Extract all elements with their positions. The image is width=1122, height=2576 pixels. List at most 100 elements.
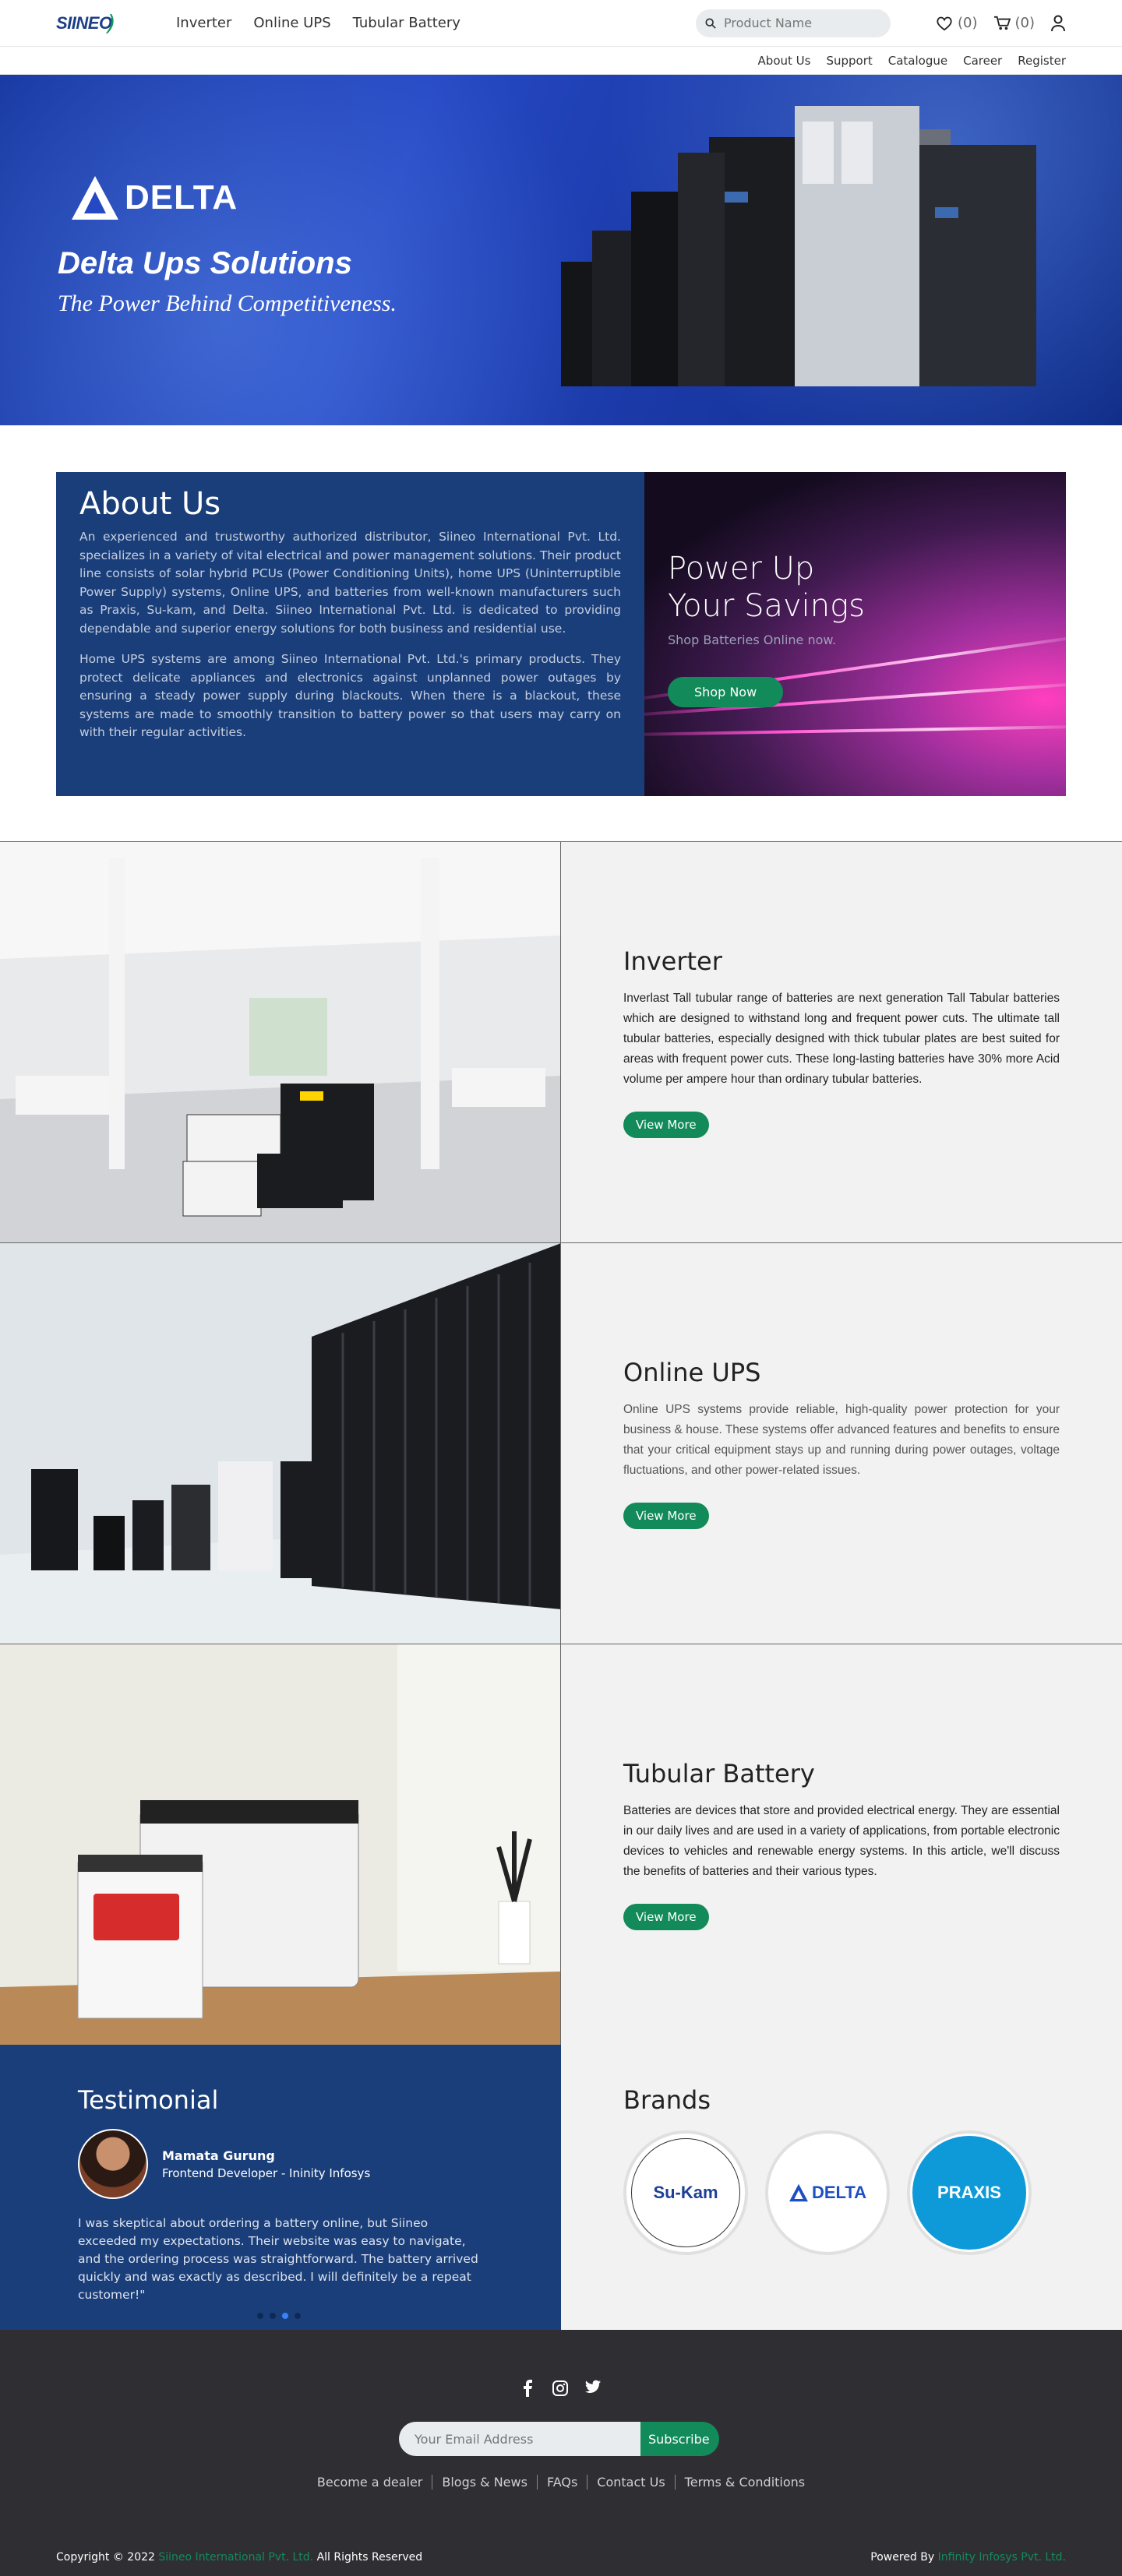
product-title: Online UPS [623, 1358, 761, 1387]
nav-tubular-battery[interactable]: Tubular Battery [353, 15, 460, 31]
carousel-dot[interactable] [295, 2313, 301, 2319]
top-bar: SIINEO ) Inverter Online UPS Tubular Bat… [0, 0, 1122, 47]
about-card: About Us An experienced and trustworthy … [56, 472, 1066, 796]
brand-praxis[interactable]: PRAXIS [907, 2130, 1032, 2255]
cart-link[interactable]: (0) [993, 15, 1036, 31]
subnav-register[interactable]: Register [1018, 54, 1066, 68]
subnav-support[interactable]: Support [826, 54, 872, 68]
carousel-dot[interactable] [270, 2313, 276, 2319]
main-nav: Inverter Online UPS Tubular Battery [176, 15, 460, 31]
inverter-image [0, 842, 561, 1242]
search-box [696, 9, 891, 37]
copyright: Copyright © 2022 Siineo International Pv… [56, 2551, 422, 2564]
carousel-dot-active[interactable] [282, 2313, 288, 2319]
person-name: Mamata Gurung [162, 2148, 275, 2163]
promo-panel: Power Up Your Savings Shop Batteries Onl… [644, 472, 1066, 796]
online-ups-image [0, 1243, 561, 1644]
about-paragraph-2: Home UPS systems are among Siineo Intern… [79, 652, 621, 739]
about-paragraph-1: An experienced and trustworthy authorize… [79, 530, 621, 636]
promo-line-2: Your Savings [668, 588, 865, 624]
tubular-battery-image [0, 1644, 561, 2045]
product-row-online-ups: Online UPS Online UPS systems provide re… [0, 1242, 1122, 1644]
brand-logo-sukam: Su-Kam [631, 2138, 740, 2247]
avatar [78, 2129, 148, 2199]
product-row-inverter: Inverter Inverlast Tall tubular range of… [0, 841, 1122, 1242]
wishlist-link[interactable]: (0) [936, 15, 978, 31]
promo-line-1: Power Up [668, 551, 815, 587]
delta-logo: DELTA [70, 174, 238, 221]
delta-triangle-icon [72, 176, 118, 220]
subnav-about-us[interactable]: About Us [758, 54, 811, 68]
hero-tagline: The Power Behind Competitiveness. [58, 291, 397, 316]
product-row-tubular-battery: Tubular Battery Batteries are devices th… [0, 1644, 1122, 2045]
testimonial-title: Testimonial [78, 2085, 219, 2115]
search-input[interactable] [724, 16, 872, 30]
powered-company-link[interactable]: Infinity Infosys Pvt. Ltd. [938, 2551, 1066, 2564]
wishlist-count: (0) [958, 15, 978, 31]
footer-link-contact-us[interactable]: Contact Us [587, 2475, 674, 2490]
nav-inverter[interactable]: Inverter [176, 15, 231, 31]
instagram-icon[interactable] [552, 2380, 569, 2397]
copyright-rights: All Rights Reserved [316, 2551, 423, 2564]
search-icon [705, 17, 716, 29]
site-footer: Subscribe Become a dealer Blogs & News F… [0, 2330, 1122, 2576]
product-description: Batteries are devices that store and pro… [623, 1804, 1060, 1878]
header-icons: (0) (0) [936, 15, 1066, 32]
twitter-icon[interactable] [584, 2380, 602, 2395]
about-section: About Us An experienced and trustworthy … [0, 425, 1122, 841]
about-title: About Us [79, 486, 221, 522]
company-link[interactable]: Siineo International Pvt. Ltd. [158, 2551, 313, 2564]
product-title: Inverter [623, 946, 722, 976]
footer-link-blogs-news[interactable]: Blogs & News [432, 2475, 537, 2490]
site-header: SIINEO ) Inverter Online UPS Tubular Bat… [0, 0, 1122, 75]
delta-triangle-icon [789, 2183, 808, 2202]
footer-link-faqs[interactable]: FAQs [536, 2475, 587, 2490]
inverter-info: Inverter Inverlast Tall tubular range of… [561, 842, 1122, 1242]
view-more-tubular-battery-button[interactable]: View More [623, 1904, 709, 1930]
user-icon [1051, 15, 1065, 31]
cart-icon [993, 16, 1011, 30]
carousel-indicators [257, 2313, 301, 2319]
ups-racks-image [561, 106, 1036, 386]
server-room-illustration [0, 1243, 560, 1644]
online-ups-info: Online UPS Online UPS systems provide re… [561, 1243, 1122, 1644]
testimonial-panel: Testimonial Mamata Gurung Frontend Devel… [0, 2045, 561, 2330]
facebook-icon[interactable] [520, 2380, 536, 2397]
site-logo[interactable]: SIINEO ) [56, 6, 134, 41]
social-links [0, 2380, 1122, 2397]
subscribe-button[interactable]: Subscribe [640, 2422, 719, 2456]
powered-prefix: Powered By [870, 2551, 935, 2564]
subnav-catalogue[interactable]: Catalogue [888, 54, 947, 68]
view-more-online-ups-button[interactable]: View More [623, 1503, 709, 1529]
cart-count: (0) [1014, 15, 1036, 31]
view-more-inverter-button[interactable]: View More [623, 1112, 709, 1138]
brand-logo-praxis: PRAXIS [912, 2136, 1026, 2250]
tubular-battery-info: Tubular Battery Batteries are devices th… [561, 1644, 1122, 2045]
footer-link-terms[interactable]: Terms & Conditions [674, 2475, 814, 2490]
about-text-panel: About Us An experienced and trustworthy … [56, 472, 644, 796]
nav-online-ups[interactable]: Online UPS [253, 15, 330, 31]
delta-brand-text: DELTA [125, 178, 238, 217]
logo-text: SIINEO [56, 12, 112, 33]
account-link[interactable] [1050, 15, 1066, 32]
footer-links: Become a dealer Blogs & News FAQs Contac… [0, 2475, 1122, 2490]
hero-banner: DELTA Delta Ups Solutions The Power Behi… [0, 75, 1122, 425]
newsletter-form: Subscribe [399, 2422, 719, 2456]
office-inverter-illustration [0, 842, 560, 1242]
testimonial-person: Mamata Gurung Frontend Developer - Inini… [78, 2129, 483, 2199]
shop-now-button[interactable]: Shop Now [668, 677, 784, 707]
brand-sukam[interactable]: Su-Kam [623, 2130, 748, 2255]
footer-link-become-dealer[interactable]: Become a dealer [308, 2475, 432, 2490]
brand-list: Su-Kam DELTA PRAXIS [623, 2130, 1060, 2255]
brand-delta[interactable]: DELTA [765, 2130, 890, 2255]
email-field[interactable] [399, 2422, 640, 2456]
testimonial-quote: I was skeptical about ordering a battery… [78, 2216, 478, 2302]
brand-delta-text: DELTA [811, 2183, 867, 2202]
subnav-career[interactable]: Career [963, 54, 1002, 68]
footer-bottom-bar: Copyright © 2022 Siineo International Pv… [56, 2551, 1066, 2564]
carousel-dot[interactable] [257, 2313, 263, 2319]
light-streak [644, 724, 1066, 737]
brands-title: Brands [623, 2085, 711, 2115]
copyright-prefix: Copyright © 2022 [56, 2551, 155, 2564]
product-title: Tubular Battery [623, 1759, 815, 1788]
